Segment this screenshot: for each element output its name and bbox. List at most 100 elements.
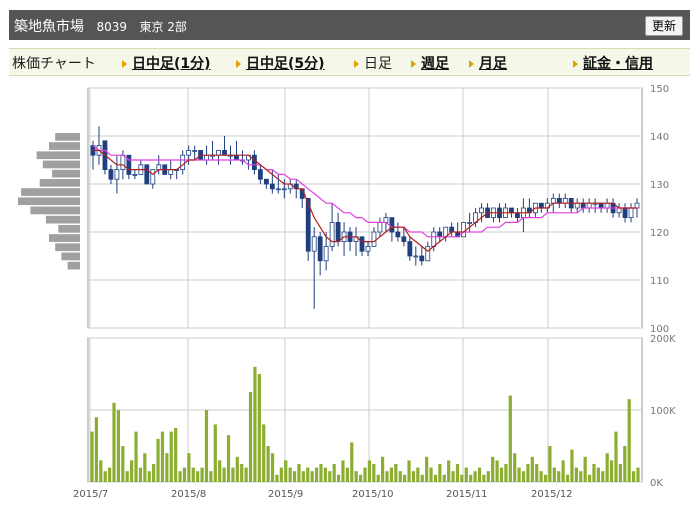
volume-bar [447, 460, 451, 482]
candle-body [628, 207, 634, 218]
volume-bar [358, 474, 363, 482]
volume-bar [557, 471, 561, 482]
volume-bar [200, 467, 204, 482]
volume-bar [169, 431, 173, 482]
x-tick-label: 2015/12 [531, 489, 573, 500]
candle-body [395, 231, 401, 238]
volume-profile-bar [21, 188, 81, 196]
candle-body [425, 245, 431, 262]
volume-profile-bar [39, 179, 80, 187]
volume-bar [196, 471, 200, 482]
volume-bar [429, 467, 433, 482]
volume-bar [420, 474, 424, 482]
candle-body [120, 154, 126, 170]
volume-bar [231, 467, 235, 482]
volume-bar [367, 460, 372, 482]
volume-bar [248, 392, 253, 482]
volume-bar [257, 374, 261, 482]
volume-bar [385, 471, 389, 482]
candle-body [144, 164, 150, 185]
volume-bar [345, 467, 349, 482]
volume-tick-label: 0K [650, 478, 663, 489]
candle-body [186, 149, 192, 156]
volume-bar [332, 464, 336, 482]
volume-bar [517, 467, 521, 482]
volume-bar [354, 471, 358, 482]
volume-bar [191, 467, 195, 482]
volume-profile-bar [18, 197, 80, 206]
price-tick-label: 120 [650, 228, 669, 239]
candle-body [622, 207, 628, 218]
price-tick-label: 110 [650, 276, 669, 287]
volume-bar [455, 464, 460, 482]
volume-bar [301, 471, 305, 482]
volume-bar [130, 460, 134, 482]
candle-body [365, 245, 371, 252]
candle-body [132, 173, 138, 176]
price-tick-label: 140 [650, 132, 669, 143]
volume-profile-bar [58, 225, 80, 233]
stock-chart: 150140130120110100 200K100K0K 2015/7 2015… [18, 84, 676, 500]
volume-bar [460, 474, 464, 482]
volume-bar [319, 464, 323, 482]
candle-body [222, 149, 227, 156]
candle-body [580, 202, 586, 209]
volume-bar [116, 410, 121, 482]
volume-bar [473, 471, 477, 482]
candle-body [598, 202, 604, 209]
volume-bar [535, 464, 539, 482]
volume-bar [403, 474, 407, 482]
candle-body [216, 149, 221, 156]
candle-body [383, 217, 389, 223]
volume-bar [266, 446, 270, 482]
candle-body [252, 154, 257, 170]
candle-body [150, 169, 156, 185]
candle-body [538, 202, 544, 209]
candle-body [413, 255, 419, 258]
candle-body [329, 221, 335, 247]
candle-body [359, 236, 365, 252]
volume-bar [561, 460, 565, 482]
candle-body [108, 169, 114, 180]
volume-bar [103, 471, 107, 482]
volume-bar [513, 453, 517, 482]
volume-bar [504, 464, 508, 482]
volume-bar [491, 456, 495, 482]
volume-bar [425, 456, 429, 482]
volume-profile-bar [36, 151, 80, 160]
volume-bar [530, 456, 534, 482]
volume-bar [416, 467, 420, 482]
volume-bar [579, 471, 583, 482]
volume-bar [288, 467, 292, 482]
volume-bar [284, 460, 288, 482]
volume-bar [314, 467, 319, 482]
candle-body [574, 202, 580, 209]
volume-bar [627, 399, 631, 482]
volume-profile-bar [49, 142, 80, 150]
volume-tick-label: 200K [650, 334, 676, 345]
candle-body [515, 212, 520, 219]
volume-bar [433, 474, 438, 482]
x-tick-label: 2015/7 [73, 489, 108, 500]
volume-bar [279, 467, 283, 482]
candle-body [604, 202, 610, 209]
volume-bar [235, 456, 239, 482]
volume-bar [495, 460, 499, 482]
candle-body [335, 221, 341, 242]
candle-body [192, 149, 198, 152]
volume-bar [341, 460, 345, 482]
volume-bar [182, 467, 187, 482]
candle-body [234, 154, 239, 161]
volume-bar [226, 435, 231, 482]
x-tick-label: 2015/10 [352, 489, 394, 500]
volume-bar [548, 446, 552, 482]
volume-bar [394, 464, 398, 482]
volume-bar [350, 442, 354, 482]
candle-body [204, 154, 209, 161]
volume-bar [262, 424, 266, 482]
candle-body [467, 221, 473, 224]
volume-bar [90, 431, 94, 482]
volume-bar [477, 467, 482, 482]
volume-bar [218, 460, 222, 482]
candle-body [401, 236, 407, 243]
